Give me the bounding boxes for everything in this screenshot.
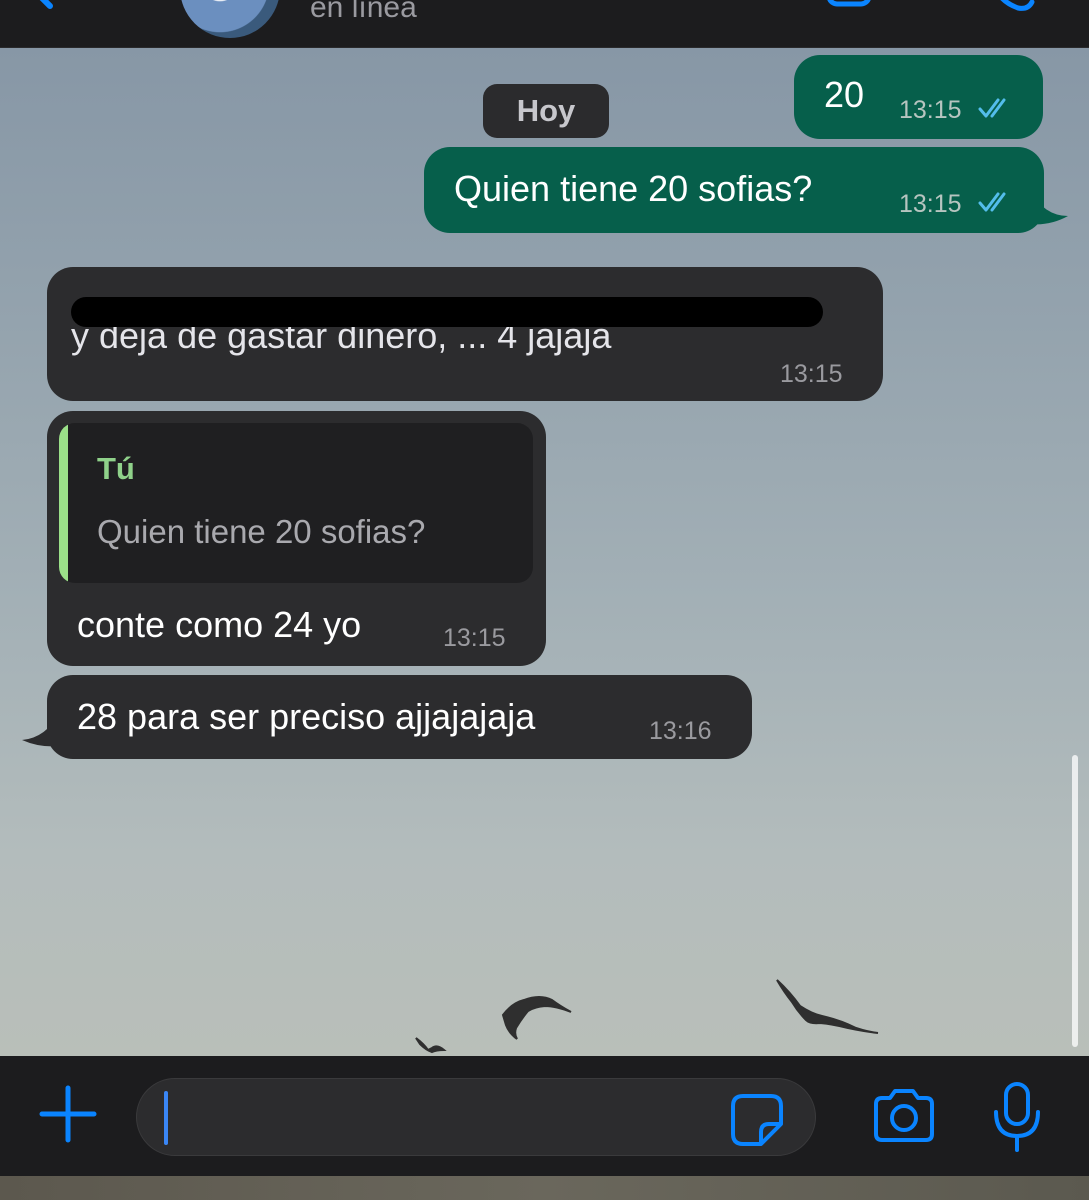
message-text: 28 para ser preciso ajjajajaja xyxy=(77,696,536,737)
home-indicator-area xyxy=(0,1176,1089,1200)
video-call-icon[interactable] xyxy=(826,0,886,10)
quote-author: Tú xyxy=(97,451,135,486)
message-input[interactable] xyxy=(136,1078,816,1156)
message-bubble-outgoing[interactable]: Quien tiene 20 sofias? 13:15 xyxy=(424,147,1044,233)
double-check-icon xyxy=(978,192,1006,212)
message-bubble-incoming[interactable]: Tú Quien tiene 20 sofias? conte como 24 … xyxy=(47,411,546,666)
composer-bar xyxy=(0,1056,1089,1176)
text-caret xyxy=(164,1091,168,1145)
sticker-icon[interactable] xyxy=(729,1092,785,1148)
contact-status: en línea xyxy=(310,0,417,24)
scrollbar[interactable] xyxy=(1072,755,1078,1047)
camera-icon[interactable] xyxy=(870,1086,938,1146)
phone-icon[interactable] xyxy=(988,0,1036,14)
quote-text: Quien tiene 20 sofias? xyxy=(97,513,426,550)
microphone-icon[interactable] xyxy=(990,1080,1044,1154)
message-time: 13:15 xyxy=(780,360,843,388)
bubble-tail xyxy=(1030,190,1068,225)
quoted-message[interactable]: Tú Quien tiene 20 sofias? xyxy=(59,423,533,583)
chat-header: en línea xyxy=(0,0,1089,48)
quote-accent-bar xyxy=(59,423,68,583)
message-time: 13:16 xyxy=(649,717,712,745)
redaction-mark xyxy=(71,297,823,327)
message-time: 13:15 xyxy=(443,624,506,652)
message-text: 20 xyxy=(824,74,865,115)
message-text: conte como 24 yo xyxy=(77,604,362,645)
double-check-icon xyxy=(978,98,1006,118)
date-divider: Hoy xyxy=(483,84,609,138)
plus-icon[interactable] xyxy=(38,1084,98,1144)
message-time: 13:15 xyxy=(899,96,962,124)
message-bubble-incoming[interactable]: y deja de gastar dinero, ... 4 jajaja 13… xyxy=(47,267,883,401)
chat-area[interactable]: Hoy 20 13:15 Quien tiene 20 sofias? 13:1… xyxy=(0,48,1089,1056)
message-text: Quien tiene 20 sofias? xyxy=(454,168,813,209)
avatar[interactable] xyxy=(180,0,280,38)
bubble-tail xyxy=(22,712,60,747)
message-bubble-incoming[interactable]: 28 para ser preciso ajjajajaja 13:16 xyxy=(47,675,752,759)
chevron-left-icon[interactable] xyxy=(20,0,90,22)
message-bubble-outgoing[interactable]: 20 13:15 xyxy=(794,55,1043,139)
message-time: 13:15 xyxy=(899,190,962,218)
